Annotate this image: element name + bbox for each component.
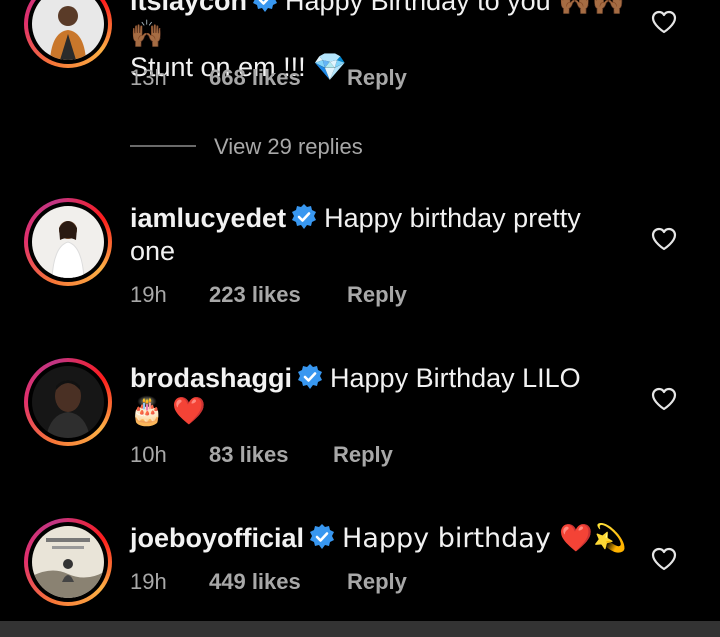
comment-time: 19h (130, 282, 167, 307)
avatar-image (32, 0, 104, 60)
comment-username[interactable]: joeboyofficial (130, 523, 304, 553)
comment-likes[interactable]: 83 likes (209, 440, 289, 470)
reply-button[interactable]: Reply (333, 440, 393, 470)
comment-username[interactable]: iamlucyedet (130, 203, 286, 233)
comment-body-line2: 🎂 ❤️ (130, 396, 206, 427)
comment-likes[interactable]: 668 likes (209, 63, 301, 93)
comment-username[interactable]: itslaycon (130, 0, 247, 16)
comment-likes[interactable]: 449 likes (209, 567, 301, 597)
view-replies-button[interactable]: View 29 replies (130, 130, 430, 164)
like-heart-icon[interactable] (651, 10, 677, 34)
verified-badge-icon (253, 0, 278, 12)
avatar-image (32, 206, 104, 278)
like-heart-icon[interactable] (651, 227, 677, 251)
comment-text: brodashaggi Happy Birthday LILO 🎂 ❤️ (130, 362, 630, 428)
reply-button[interactable]: Reply (347, 280, 407, 310)
comment-likes[interactable]: 223 likes (209, 280, 301, 310)
comment-text: joeboyofficial Happy birthday ❤️💫 (130, 522, 630, 555)
comment-username[interactable]: brodashaggi (130, 363, 292, 393)
reply-button[interactable]: Reply (347, 567, 407, 597)
comment-body: Happy birthday pretty (324, 203, 581, 233)
avatar[interactable] (24, 358, 112, 446)
avatar[interactable] (24, 518, 112, 606)
comment-time: 13h (130, 65, 167, 90)
comment-body: Happy birthday ❤️💫 (342, 523, 627, 554)
avatar[interactable] (24, 0, 112, 68)
comment-time: 10h (130, 442, 167, 467)
comment-body-line2: one (130, 236, 176, 266)
comment-time: 19h (130, 569, 167, 594)
reply-button[interactable]: Reply (347, 63, 407, 93)
comment-body: Happy Birthday LILO (330, 363, 581, 393)
view-replies-label: View 29 replies (214, 134, 363, 159)
avatar-image (32, 366, 104, 438)
verified-badge-icon (298, 364, 323, 389)
verified-badge-icon (310, 524, 335, 549)
comment-text: iamlucyedet Happy birthday pretty one (130, 202, 630, 268)
avatar-image (32, 526, 104, 598)
bottom-bar (0, 621, 720, 637)
verified-badge-icon (292, 204, 317, 229)
like-heart-icon[interactable] (651, 387, 677, 411)
avatar[interactable] (24, 198, 112, 286)
divider-line (130, 145, 196, 147)
like-heart-icon[interactable] (651, 547, 677, 571)
